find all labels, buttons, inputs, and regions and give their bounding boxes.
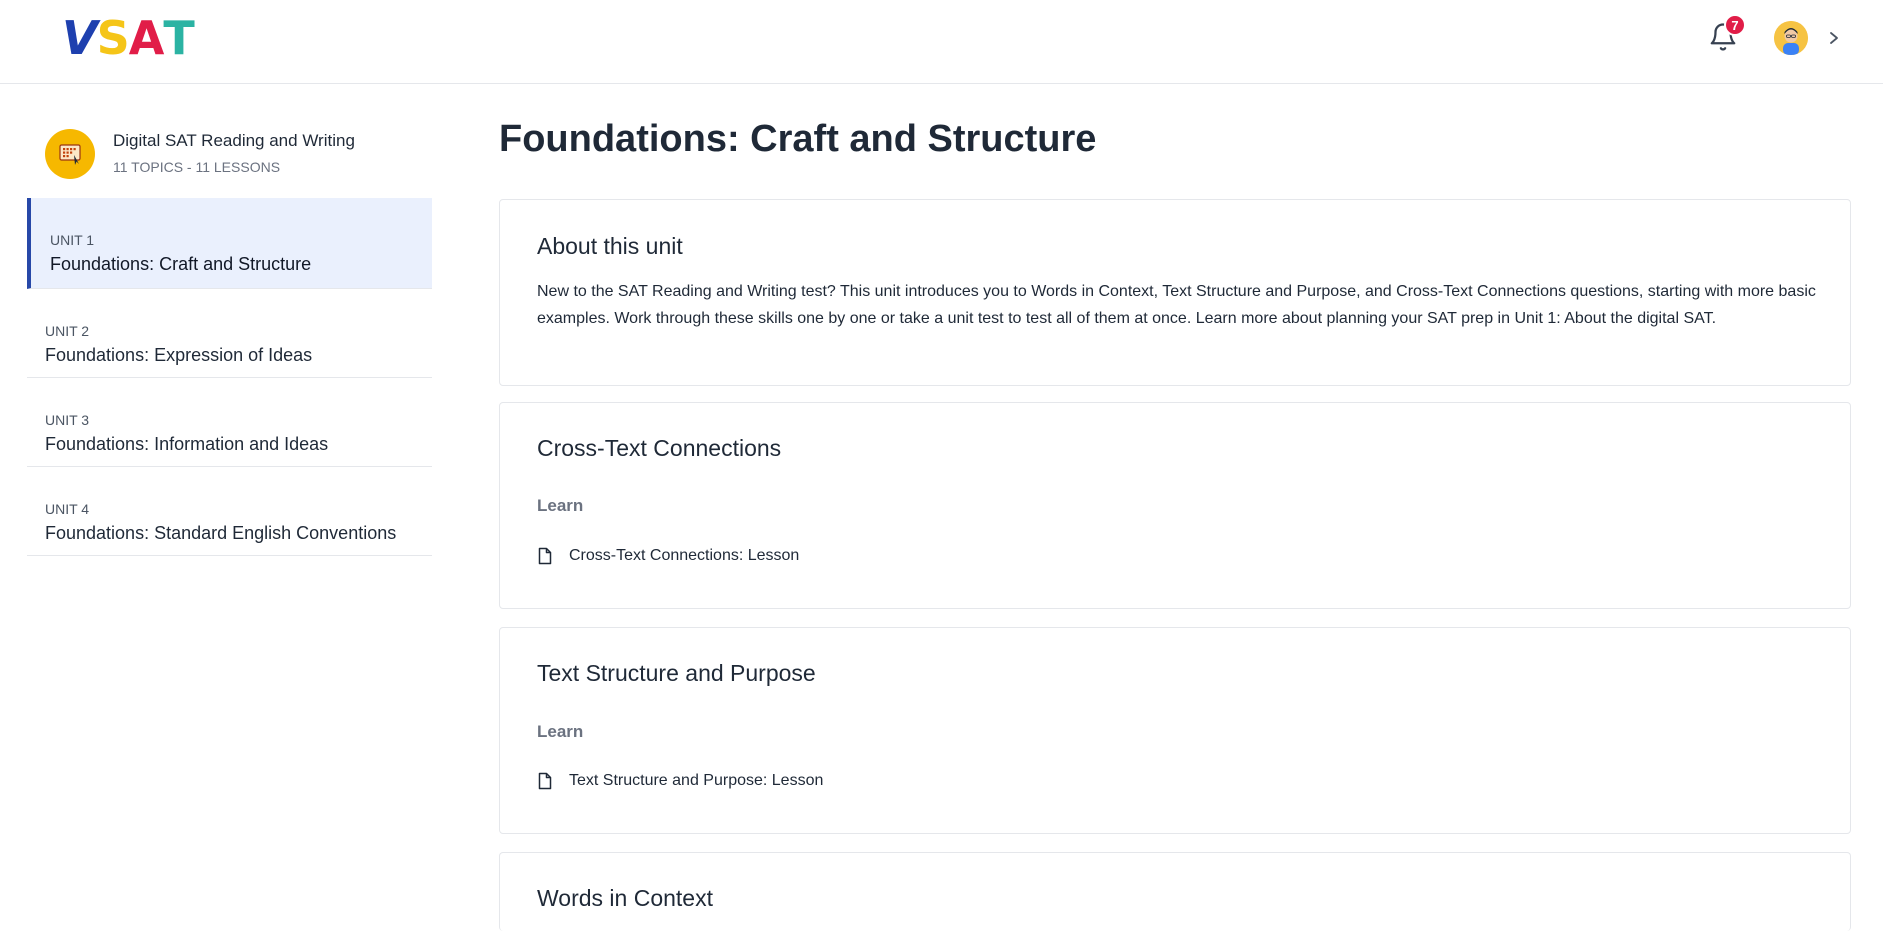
classroom-board-icon bbox=[45, 129, 95, 179]
course-sidebar: Digital SAT Reading and Writing 11 TOPIC… bbox=[27, 84, 432, 556]
section-heading: Words in Context bbox=[537, 885, 713, 911]
logo-letter-v: V bbox=[62, 11, 98, 65]
unit-title: Foundations: Standard English Convention… bbox=[45, 523, 397, 543]
section-heading: Text Structure and Purpose bbox=[537, 660, 816, 686]
learn-group-label: Learn bbox=[537, 722, 584, 741]
top-navigation-bar: V S A T 7 bbox=[0, 0, 1883, 84]
lesson-title: Text Structure and Purpose: Lesson bbox=[569, 772, 824, 789]
course-header: Digital SAT Reading and Writing 11 TOPIC… bbox=[27, 84, 432, 198]
sidebar-item-unit-4[interactable]: UNIT 4 Foundations: Standard English Con… bbox=[27, 467, 432, 556]
about-unit-card: About this unit New to the SAT Reading a… bbox=[499, 199, 1851, 386]
notification-count-badge: 7 bbox=[1724, 14, 1746, 36]
sidebar-item-unit-2[interactable]: UNIT 2 Foundations: Expression of Ideas bbox=[27, 289, 432, 378]
lesson-title: Cross-Text Connections: Lesson bbox=[569, 547, 800, 564]
avatar[interactable] bbox=[1774, 21, 1808, 55]
course-stats: 11 TOPICS - 11 LESSONS bbox=[113, 159, 281, 175]
section-card-cross-text-connections: Cross-Text Connections Learn Cross-Text … bbox=[499, 402, 1851, 609]
sidebar-item-unit-1[interactable]: UNIT 1 Foundations: Craft and Structure bbox=[27, 198, 432, 289]
unit-title: Foundations: Expression of Ideas bbox=[45, 345, 313, 365]
chevron-right-icon bbox=[1830, 32, 1838, 44]
lesson-link-text-structure-and-purpose[interactable]: Text Structure and Purpose: Lesson bbox=[537, 772, 823, 790]
notifications-button[interactable]: 7 bbox=[1708, 14, 1746, 54]
about-heading: About this unit bbox=[537, 233, 683, 259]
unit-title: Foundations: Craft and Structure bbox=[50, 254, 312, 274]
page-title: Foundations: Craft and Structure bbox=[499, 118, 1097, 160]
logo-letter-s: S bbox=[96, 11, 130, 65]
section-card-text-structure-and-purpose: Text Structure and Purpose Learn Text St… bbox=[499, 627, 1851, 834]
document-icon bbox=[538, 547, 552, 565]
logo-letter-t: T bbox=[163, 11, 194, 65]
learn-group-label: Learn bbox=[537, 496, 584, 515]
course-title: Digital SAT Reading and Writing bbox=[113, 131, 355, 150]
logo-letter-a: A bbox=[128, 11, 165, 65]
lesson-link-cross-text-connections[interactable]: Cross-Text Connections: Lesson bbox=[537, 547, 799, 565]
about-description: New to the SAT Reading and Writing test?… bbox=[537, 283, 1816, 327]
unit-label: UNIT 1 bbox=[50, 232, 95, 248]
unit-label: UNIT 2 bbox=[45, 323, 90, 339]
user-avatar-icon bbox=[1774, 21, 1808, 55]
section-card-words-in-context: Words in Context bbox=[499, 852, 1851, 931]
unit-label: UNIT 3 bbox=[45, 412, 90, 428]
vsat-logo[interactable]: V S A T bbox=[62, 11, 195, 65]
sidebar-item-unit-3[interactable]: UNIT 3 Foundations: Information and Idea… bbox=[27, 378, 432, 467]
account-menu-toggle[interactable] bbox=[1826, 28, 1842, 48]
unit-label: UNIT 4 bbox=[45, 501, 90, 517]
section-heading: Cross-Text Connections bbox=[537, 435, 782, 461]
document-icon bbox=[538, 772, 552, 790]
unit-title: Foundations: Information and Ideas bbox=[45, 434, 329, 454]
